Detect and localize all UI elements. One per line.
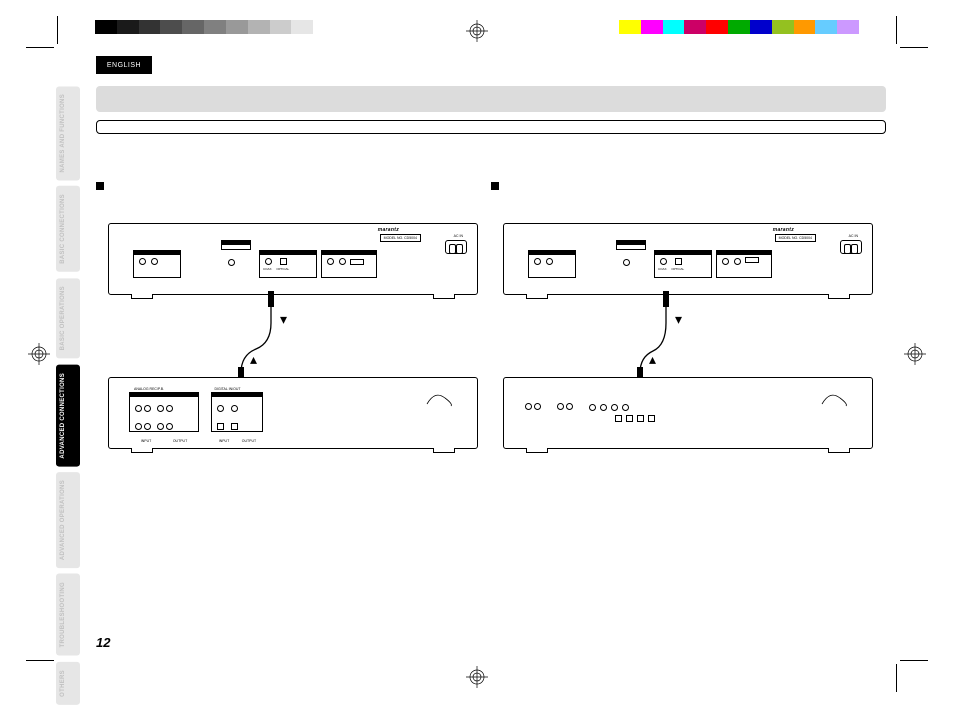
coax-label: COAX. xyxy=(263,268,272,271)
recorder-rear: ANALOG REC/P.B. INPUT OUTPUT DIGITAL IN/… xyxy=(108,377,478,449)
arrow-down-icon: ▾ xyxy=(280,311,287,328)
arrow-down-icon: ▾ xyxy=(675,311,682,328)
section-title-bar xyxy=(96,86,886,112)
ac-inlet-icon xyxy=(445,240,467,254)
model-label: MODEL NO. CD5004 xyxy=(775,234,816,242)
digital-audio-out-group: COAX. OPTICAL xyxy=(654,250,712,278)
registration-mark xyxy=(904,343,926,365)
crop-mark xyxy=(26,47,54,48)
tab-troubleshooting: TROUBLESHOOTING xyxy=(56,574,80,656)
jack-pair xyxy=(524,398,542,416)
crop-mark xyxy=(896,664,897,692)
analog-output-group xyxy=(528,250,576,278)
remote-control-group xyxy=(716,250,772,278)
model-label: MODEL NO. CD5004 xyxy=(380,234,421,242)
page-frame: ENGLISH NAMES AND FUNCTIONS BASIC CONNEC… xyxy=(58,48,896,660)
flasher-jack xyxy=(622,254,631,272)
bullet-icon xyxy=(96,182,104,190)
ac-inlet-icon xyxy=(840,240,862,254)
cable-plug-icon xyxy=(268,291,274,307)
flasher-in-group xyxy=(221,240,251,250)
tab-others: OTHERS xyxy=(56,662,80,705)
tab-basic-operations: BASIC OPERATIONS xyxy=(56,278,80,358)
coax-jack-icon xyxy=(217,405,224,412)
coax-jack-icon xyxy=(265,258,272,265)
page-number: 12 xyxy=(96,635,110,650)
digital-audio-out-group: COAX. OPTICAL xyxy=(259,250,317,278)
crop-mark xyxy=(26,660,54,661)
coax-jack-icon xyxy=(231,405,238,412)
brand-logo: marantz xyxy=(773,227,794,233)
connection-diagram-right: marantz MODEL NO. CD5004 AC IN COAX. OPT… xyxy=(503,223,873,449)
tab-basic-connections: BASIC CONNECTIONS xyxy=(56,186,80,272)
digital-title: DIGITAL IN/OUT xyxy=(214,387,240,391)
ac-in-label: AC IN xyxy=(454,234,463,238)
cd-player-rear: marantz MODEL NO. CD5004 AC IN COAX. OPT… xyxy=(503,223,873,295)
connection-diagram-left: marantz MODEL NO. CD5004 AC IN xyxy=(108,223,478,449)
bullet-icon xyxy=(491,182,499,190)
crop-mark xyxy=(900,660,928,661)
remote-in-jack xyxy=(327,258,334,265)
arrow-up-icon: ▴ xyxy=(649,351,656,368)
subsection-bar xyxy=(96,120,886,134)
input-label: INPUT xyxy=(141,439,152,443)
crop-mark xyxy=(57,16,58,44)
optical-row xyxy=(614,414,656,423)
registration-mark xyxy=(28,343,50,365)
output-label: OUTPUT xyxy=(173,439,187,443)
optical-jack-icon xyxy=(217,423,224,430)
rca-jack-icon xyxy=(151,258,158,265)
optical-jack-icon xyxy=(231,423,238,430)
registration-mark xyxy=(466,666,488,688)
ext-int-switch xyxy=(350,259,364,265)
cable-loop-icon xyxy=(425,388,455,408)
crop-mark xyxy=(900,47,928,48)
device-foot xyxy=(433,294,455,299)
greyscale-bar xyxy=(95,20,335,34)
device-foot xyxy=(131,448,153,453)
tab-advanced-connections: ADVANCED CONNECTIONS xyxy=(56,365,80,467)
device-foot xyxy=(526,448,548,453)
analog-output-group xyxy=(133,250,181,278)
section-tabs: NAMES AND FUNCTIONS BASIC CONNECTIONS BA… xyxy=(56,86,80,705)
optical-label: OPTICAL xyxy=(276,268,289,271)
cable-plug-icon xyxy=(663,291,669,307)
jack-row xyxy=(588,403,630,412)
rca-jack-icon xyxy=(139,258,146,265)
remote-control-group xyxy=(321,250,377,278)
registration-mark xyxy=(466,20,488,42)
av-receiver-rear xyxy=(503,377,873,449)
crop-mark xyxy=(896,16,897,44)
tab-advanced-operations: ADVANCED OPERATIONS xyxy=(56,472,80,568)
device-foot xyxy=(433,448,455,453)
digital-in-out-group: DIGITAL IN/OUT INPUT OUTPUT xyxy=(211,392,263,432)
device-foot xyxy=(526,294,548,299)
device-foot xyxy=(828,448,850,453)
jack-pair xyxy=(556,398,574,416)
output-label: OUTPUT xyxy=(242,439,256,443)
optical-jack-icon xyxy=(280,258,287,265)
cd-player-rear: marantz MODEL NO. CD5004 AC IN xyxy=(108,223,478,295)
brand-logo: marantz xyxy=(378,227,399,233)
language-tab: ENGLISH xyxy=(96,56,152,74)
color-bar xyxy=(619,20,859,34)
flasher-in-group xyxy=(616,240,646,250)
ac-in-label: AC IN xyxy=(849,234,858,238)
device-foot xyxy=(828,294,850,299)
cable-loop-icon xyxy=(820,388,850,408)
analog-rec-pb-group: ANALOG REC/P.B. INPUT OUTPUT xyxy=(129,392,199,432)
analog-rec-title: ANALOG REC/P.B. xyxy=(134,387,164,391)
input-label: INPUT xyxy=(219,439,230,443)
remote-out-jack xyxy=(339,258,346,265)
flasher-jack xyxy=(227,254,236,272)
tab-names-functions: NAMES AND FUNCTIONS xyxy=(56,86,80,180)
arrow-up-icon: ▴ xyxy=(250,351,257,368)
device-foot xyxy=(131,294,153,299)
